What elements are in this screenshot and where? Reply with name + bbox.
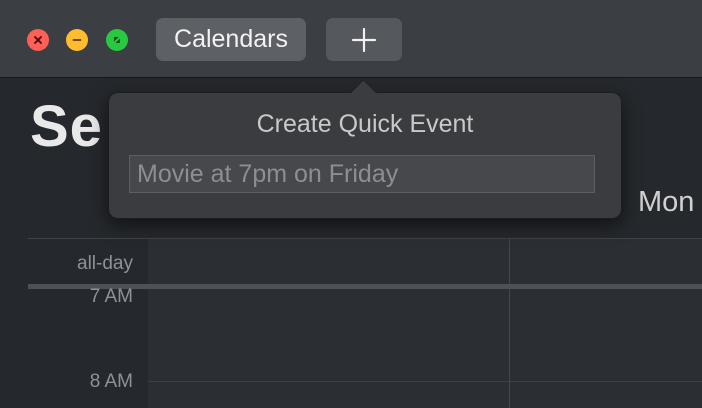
day-column-divider <box>509 239 510 408</box>
minimize-icon <box>72 39 82 41</box>
plus-icon <box>351 27 377 52</box>
quick-event-input[interactable] <box>129 155 595 193</box>
popover-title: Create Quick Event <box>256 110 474 138</box>
time-grid[interactable] <box>148 239 702 408</box>
window-close-button[interactable] <box>27 29 49 51</box>
fullscreen-icon <box>114 37 120 43</box>
all-day-label: all-day <box>77 253 133 274</box>
window-fullscreen-button[interactable] <box>106 29 128 51</box>
add-event-button[interactable] <box>326 18 402 61</box>
close-icon <box>34 36 42 44</box>
calendars-button-label: Calendars <box>174 25 288 53</box>
month-title: Se <box>30 94 103 159</box>
hour-line-8am <box>148 381 702 382</box>
quick-event-popover: Create Quick Event <box>108 92 622 219</box>
time-label-8am: 8 AM <box>89 371 133 392</box>
toolbar: Calendars <box>0 0 702 78</box>
time-label-7am: 7 AM <box>89 286 133 307</box>
calendars-button[interactable]: Calendars <box>156 18 306 61</box>
day-header-monday[interactable]: Mon <box>638 186 694 219</box>
window-minimize-button[interactable] <box>66 29 88 51</box>
